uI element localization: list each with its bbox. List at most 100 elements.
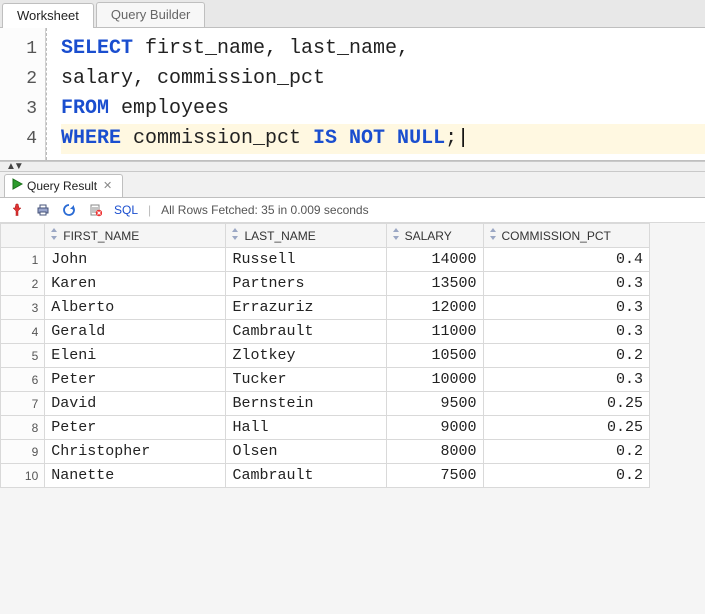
- row-number: 7: [1, 392, 45, 416]
- line-number: 1: [0, 34, 37, 64]
- text-cursor: |: [457, 127, 469, 150]
- tab-worksheet[interactable]: Worksheet: [2, 3, 94, 28]
- cell-salary[interactable]: 7500: [386, 464, 483, 488]
- line-number: 4: [0, 124, 37, 154]
- cell-commission_pct[interactable]: 0.2: [483, 440, 649, 464]
- sql-keyword: IS NOT NULL: [313, 127, 445, 150]
- cell-first_name[interactable]: Gerald: [45, 320, 226, 344]
- cell-last_name[interactable]: Partners: [226, 272, 386, 296]
- column-header-last_name[interactable]: LAST_NAME: [226, 224, 386, 248]
- code-line[interactable]: SELECT first_name, last_name,: [61, 34, 705, 64]
- cell-commission_pct[interactable]: 0.3: [483, 296, 649, 320]
- cell-last_name[interactable]: Zlotkey: [226, 344, 386, 368]
- cell-first_name[interactable]: Eleni: [45, 344, 226, 368]
- cell-commission_pct[interactable]: 0.25: [483, 416, 649, 440]
- cell-last_name[interactable]: Errazuriz: [226, 296, 386, 320]
- code-line[interactable]: WHERE commission_pct IS NOT NULL;|: [61, 124, 705, 154]
- cell-first_name[interactable]: Peter: [45, 416, 226, 440]
- table-row[interactable]: 4GeraldCambrault110000.3: [1, 320, 650, 344]
- row-number: 6: [1, 368, 45, 392]
- cell-last_name[interactable]: Tucker: [226, 368, 386, 392]
- table-row[interactable]: 5EleniZlotkey105000.2: [1, 344, 650, 368]
- result-toolbar: SQL | All Rows Fetched: 35 in 0.009 seco…: [0, 198, 705, 223]
- sql-text: first_name, last_name,: [133, 37, 409, 60]
- table-row[interactable]: 1JohnRussell140000.4: [1, 248, 650, 272]
- table-row[interactable]: 2KarenPartners135000.3: [1, 272, 650, 296]
- code-line[interactable]: FROM employees: [61, 94, 705, 124]
- cell-first_name[interactable]: Peter: [45, 368, 226, 392]
- column-header-label: FIRST_NAME: [63, 229, 139, 243]
- sort-icon: [230, 228, 240, 243]
- cell-last_name[interactable]: Cambrault: [226, 464, 386, 488]
- column-header-label: LAST_NAME: [244, 229, 315, 243]
- table-row[interactable]: 3AlbertoErrazuriz120000.3: [1, 296, 650, 320]
- cell-last_name[interactable]: Olsen: [226, 440, 386, 464]
- cell-commission_pct[interactable]: 0.3: [483, 368, 649, 392]
- horizontal-splitter[interactable]: ▲▼: [0, 161, 705, 172]
- sort-icon: [488, 228, 498, 243]
- table-row[interactable]: 9ChristopherOlsen80000.2: [1, 440, 650, 464]
- cell-salary[interactable]: 8000: [386, 440, 483, 464]
- table-row[interactable]: 10NanetteCambrault75000.2: [1, 464, 650, 488]
- column-header-label: COMMISSION_PCT: [502, 229, 611, 243]
- cell-last_name[interactable]: Russell: [226, 248, 386, 272]
- sql-editor[interactable]: 1234 SELECT first_name, last_name,salary…: [0, 28, 705, 161]
- row-number: 2: [1, 272, 45, 296]
- fetch-status-text: All Rows Fetched: 35 in 0.009 seconds: [161, 203, 368, 217]
- column-header-commission_pct[interactable]: COMMISSION_PCT: [483, 224, 649, 248]
- cell-first_name[interactable]: Alberto: [45, 296, 226, 320]
- cell-salary[interactable]: 9500: [386, 392, 483, 416]
- cell-last_name[interactable]: Bernstein: [226, 392, 386, 416]
- code-line[interactable]: salary, commission_pct: [61, 64, 705, 94]
- cell-commission_pct[interactable]: 0.3: [483, 272, 649, 296]
- cell-last_name[interactable]: Hall: [226, 416, 386, 440]
- cell-commission_pct[interactable]: 0.4: [483, 248, 649, 272]
- cell-first_name[interactable]: Christopher: [45, 440, 226, 464]
- result-grid[interactable]: FIRST_NAMELAST_NAMESALARYCOMMISSION_PCT …: [0, 223, 650, 488]
- cell-first_name[interactable]: John: [45, 248, 226, 272]
- print-icon[interactable]: [34, 201, 52, 219]
- column-header-first_name[interactable]: FIRST_NAME: [45, 224, 226, 248]
- line-number: 2: [0, 64, 37, 94]
- cell-first_name[interactable]: Nanette: [45, 464, 226, 488]
- row-number: 3: [1, 296, 45, 320]
- cell-first_name[interactable]: Karen: [45, 272, 226, 296]
- cell-commission_pct[interactable]: 0.2: [483, 464, 649, 488]
- sql-link[interactable]: SQL: [114, 203, 138, 217]
- cell-first_name[interactable]: David: [45, 392, 226, 416]
- pin-icon[interactable]: [8, 201, 26, 219]
- cell-salary[interactable]: 13500: [386, 272, 483, 296]
- cell-commission_pct[interactable]: 0.3: [483, 320, 649, 344]
- close-icon[interactable]: ✕: [101, 179, 114, 192]
- tab-query-result[interactable]: Query Result ✕: [4, 174, 123, 197]
- cell-commission_pct[interactable]: 0.2: [483, 344, 649, 368]
- row-number: 10: [1, 464, 45, 488]
- editor-gutter: 1234: [0, 28, 46, 160]
- editor-code-area[interactable]: SELECT first_name, last_name,salary, com…: [46, 28, 705, 160]
- cell-salary[interactable]: 14000: [386, 248, 483, 272]
- delete-icon[interactable]: [86, 201, 104, 219]
- play-icon: [11, 178, 23, 193]
- table-row[interactable]: 6PeterTucker100000.3: [1, 368, 650, 392]
- cell-salary[interactable]: 9000: [386, 416, 483, 440]
- rownum-header: [1, 224, 45, 248]
- column-header-label: SALARY: [405, 229, 452, 243]
- column-header-salary[interactable]: SALARY: [386, 224, 483, 248]
- cell-salary[interactable]: 10000: [386, 368, 483, 392]
- sql-keyword: FROM: [61, 97, 109, 120]
- row-number: 4: [1, 320, 45, 344]
- tab-query-builder[interactable]: Query Builder: [96, 2, 205, 27]
- splitter-grip-icon: ▲▼: [6, 162, 22, 172]
- cell-salary[interactable]: 11000: [386, 320, 483, 344]
- cell-last_name[interactable]: Cambrault: [226, 320, 386, 344]
- cell-commission_pct[interactable]: 0.25: [483, 392, 649, 416]
- toolbar-separator: |: [148, 203, 151, 217]
- cell-salary[interactable]: 12000: [386, 296, 483, 320]
- refresh-icon[interactable]: [60, 201, 78, 219]
- row-number: 9: [1, 440, 45, 464]
- sql-keyword: SELECT: [61, 37, 133, 60]
- cell-salary[interactable]: 10500: [386, 344, 483, 368]
- line-number: 3: [0, 94, 37, 124]
- table-row[interactable]: 8PeterHall90000.25: [1, 416, 650, 440]
- table-row[interactable]: 7DavidBernstein95000.25: [1, 392, 650, 416]
